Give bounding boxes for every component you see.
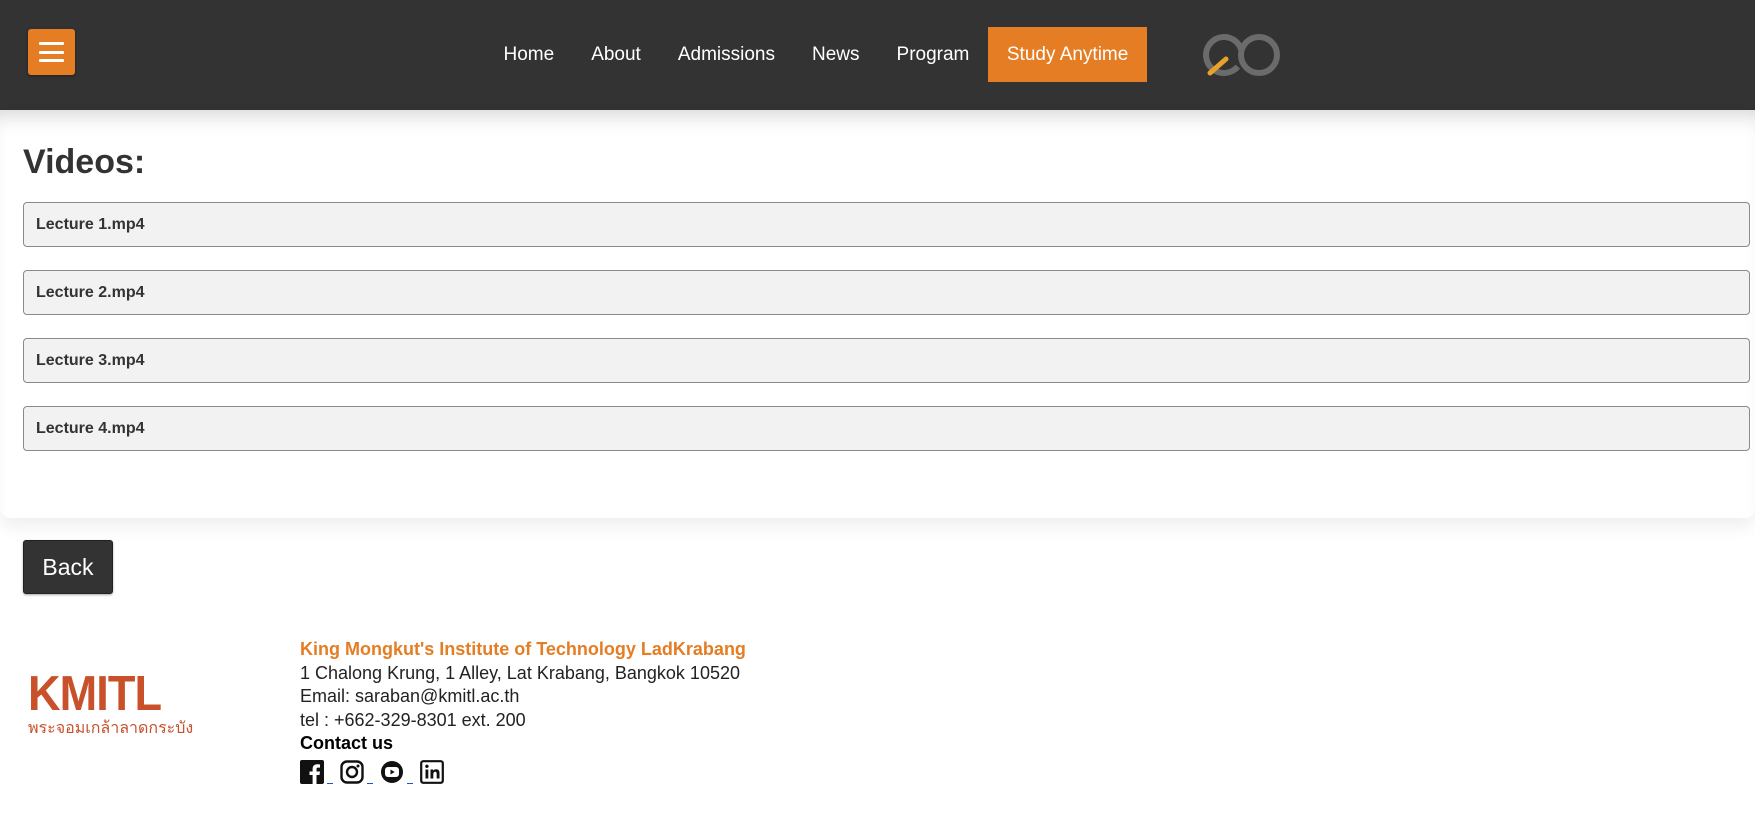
footer-contact-info: King Mongkut's Institute of Technology L… (300, 638, 746, 756)
institution-name: King Mongkut's Institute of Technology L… (300, 639, 746, 659)
videos-card: Videos: Lecture 1.mp4 Lecture 2.mp4 Lect… (0, 110, 1755, 518)
top-navigation-bar: Home About Admissions News Program Study… (0, 0, 1755, 110)
nav-program[interactable]: Program (878, 27, 988, 82)
video-item[interactable]: Lecture 1.mp4 (23, 202, 1750, 247)
nav-study-anytime[interactable]: Study Anytime (987, 27, 1148, 82)
co-logo-icon[interactable] (1202, 28, 1284, 82)
videos-heading: Videos: (23, 143, 146, 181)
address: 1 Chalong Krung, 1 Alley, Lat Krabang, B… (300, 662, 740, 683)
back-button[interactable]: Back (23, 540, 113, 594)
hamburger-menu-button[interactable] (28, 29, 75, 75)
nav-home[interactable]: Home (485, 27, 573, 82)
hamburger-icon (39, 42, 64, 62)
kmitl-logo-wordmark: KMITL (28, 667, 162, 721)
instagram-icon[interactable] (340, 760, 373, 784)
nav-admissions[interactable]: Admissions (659, 27, 793, 82)
contact-us-label: Contact us (300, 733, 394, 753)
email: Email: saraban@kmitl.ac.th (300, 686, 520, 706)
linkedin-icon[interactable] (420, 760, 444, 784)
kmitl-logo-subtitle: พระจอมเกล้าลาดกระบัง (28, 720, 194, 737)
video-item[interactable]: Lecture 2.mp4 (23, 270, 1750, 315)
kmitl-logo[interactable]: KMITL พระจอมเกล้าลาดกระบัง (28, 668, 208, 753)
nav-about[interactable]: About (573, 27, 660, 82)
main-nav: Home About Admissions News Program Study… (485, 27, 1148, 82)
youtube-icon[interactable] (380, 760, 413, 784)
facebook-icon[interactable] (300, 760, 333, 784)
video-list: Lecture 1.mp4 Lecture 2.mp4 Lecture 3.mp… (23, 202, 1750, 474)
video-item[interactable]: Lecture 4.mp4 (23, 406, 1750, 451)
telephone: tel : +662-329-8301 ext. 200 (300, 709, 526, 730)
social-links (300, 760, 460, 784)
nav-news[interactable]: News (794, 27, 879, 82)
video-item[interactable]: Lecture 3.mp4 (23, 338, 1750, 383)
